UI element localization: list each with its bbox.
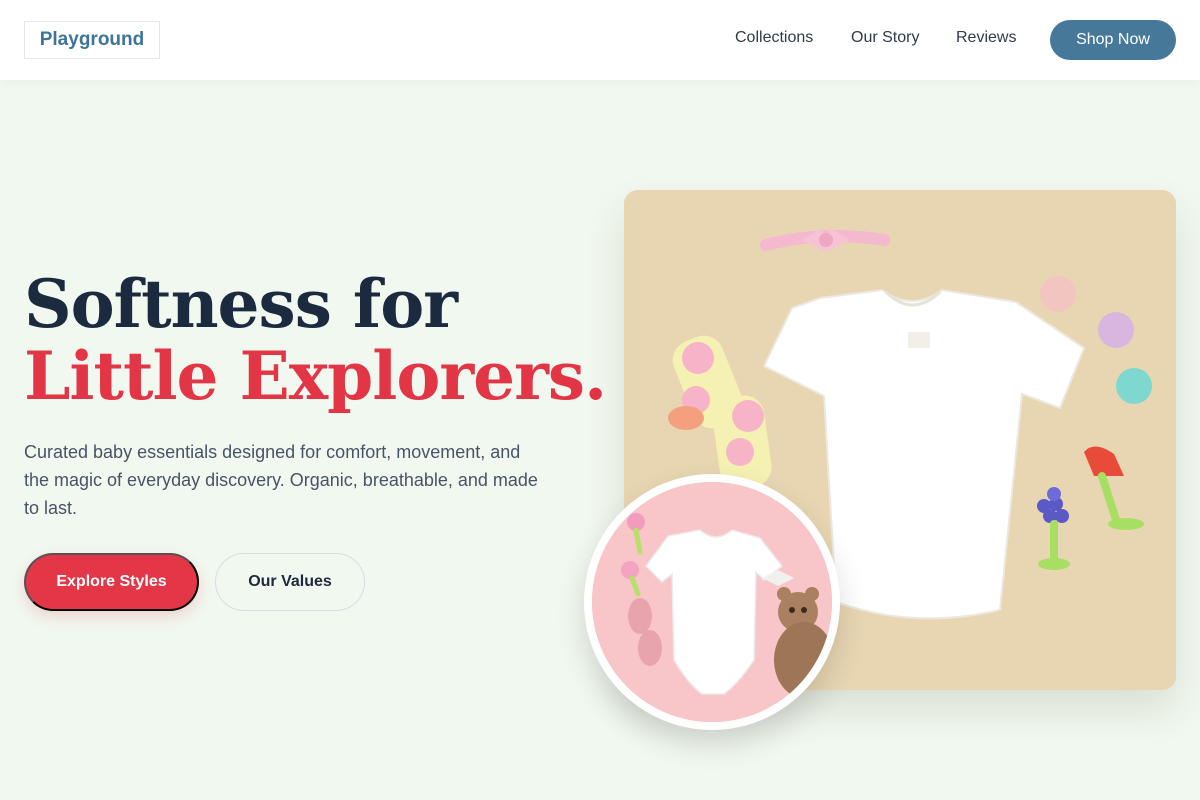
- hero-description: Curated baby essentials designed for com…: [24, 442, 538, 518]
- headline-line-2: Little Explorers.: [24, 337, 607, 415]
- brand-logo[interactable]: Playground: [24, 21, 160, 59]
- baby-onesie-flatlay-illustration: [592, 482, 832, 722]
- explore-styles-button[interactable]: Explore Styles: [24, 553, 199, 611]
- nav-link-reviews[interactable]: Reviews: [956, 29, 1016, 47]
- hero-inset-image: [584, 474, 840, 730]
- headline-line-1: Softness for: [24, 265, 458, 343]
- nav-link-our-story[interactable]: Our Story: [851, 29, 919, 47]
- our-values-button[interactable]: Our Values: [215, 553, 365, 611]
- hero-headline: Softness for Little Explorers.: [24, 265, 607, 415]
- top-navbar: Playground Collections Our Story Reviews…: [0, 0, 1200, 80]
- nav-link-collections[interactable]: Collections: [735, 29, 813, 47]
- shop-now-button[interactable]: Shop Now: [1050, 20, 1176, 60]
